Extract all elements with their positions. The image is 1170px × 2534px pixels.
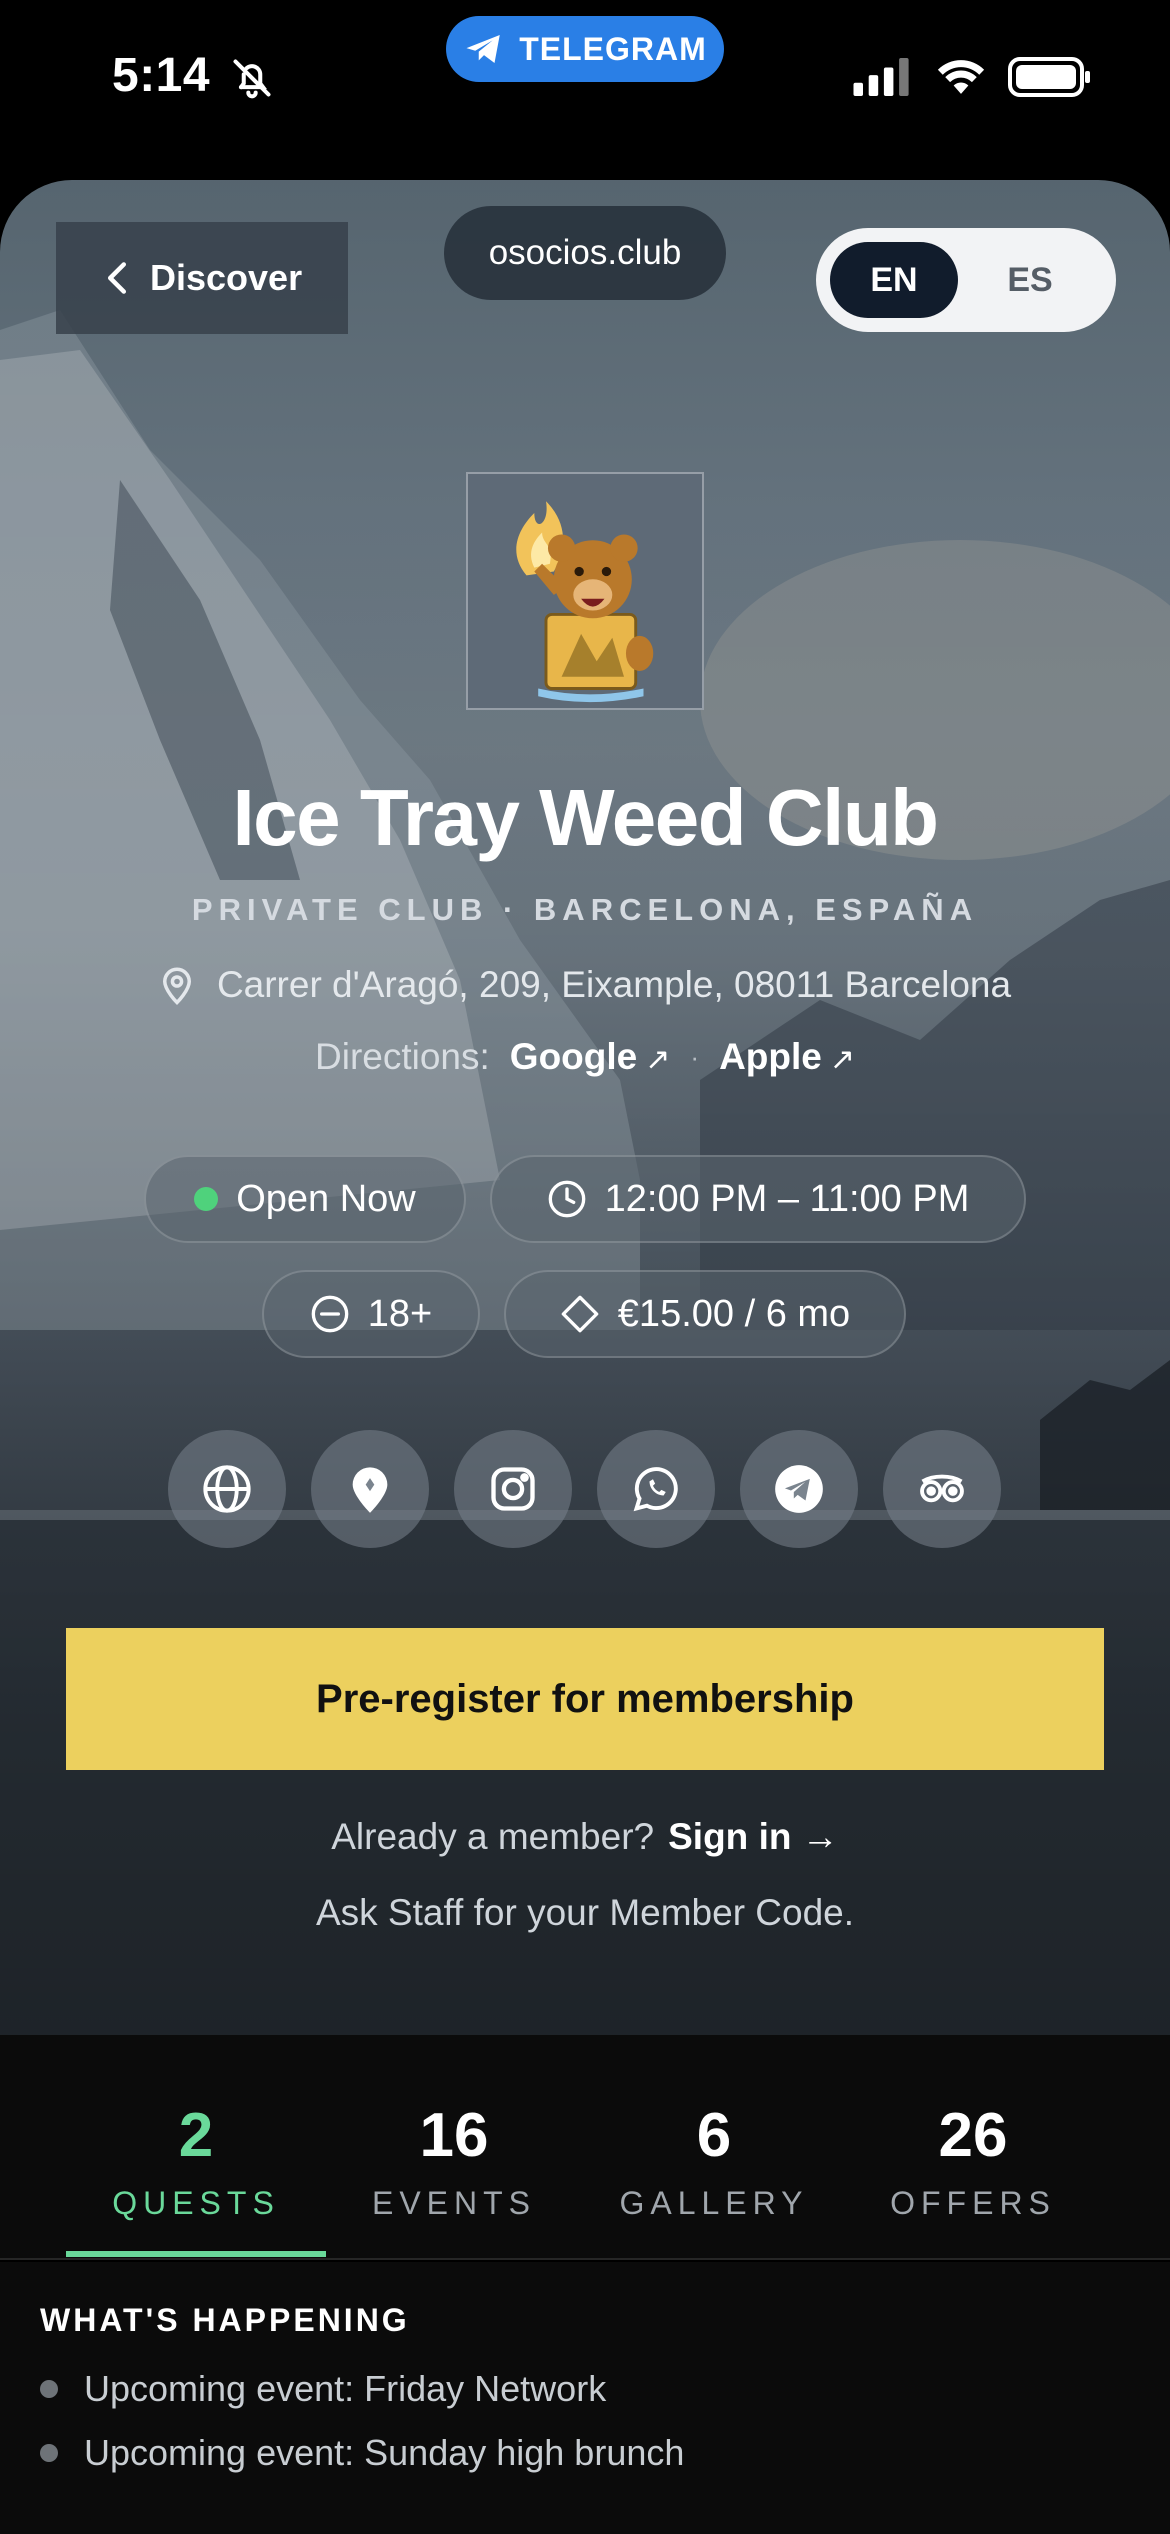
whats-happening-section: WHAT'S HAPPENING Upcoming event: Friday … xyxy=(0,2262,1170,2534)
address-text: Carrer d'Aragó, 209, Eixample, 08011 Bar… xyxy=(216,964,1012,1005)
bell-off-icon xyxy=(233,59,271,99)
age-chip: 18+ xyxy=(262,1270,480,1358)
external-arrow-icon: ↗ xyxy=(829,1043,855,1076)
hours-chip: 12:00 PM – 11:00 PM xyxy=(490,1155,1026,1243)
website-button[interactable] xyxy=(168,1430,286,1548)
active-tab-indicator xyxy=(66,2251,326,2257)
member-prompt: Already a member? xyxy=(331,1816,655,1857)
stat-number: 2 xyxy=(178,2101,214,2170)
list-item-text: Upcoming event: Sunday high brunch xyxy=(84,2432,685,2473)
tripadvisor-icon xyxy=(920,1474,964,1503)
bullet-icon xyxy=(40,2444,58,2462)
globe-icon xyxy=(203,1465,251,1513)
external-arrow-icon: ↗ xyxy=(645,1043,671,1076)
sign-in-link[interactable]: Sign in → xyxy=(668,1816,839,1857)
diamond-icon xyxy=(561,1295,599,1333)
price-text: €15.00 / 6 mo xyxy=(617,1292,851,1335)
staff-note: Ask Staff for your Member Code. xyxy=(315,1892,855,1933)
tripadvisor-button[interactable] xyxy=(883,1430,1001,1548)
open-status-dot xyxy=(194,1187,219,1211)
clock-icon xyxy=(548,1180,585,1218)
club-address: Carrer d'Aragó, 209, Eixample, 08011 Bar… xyxy=(0,964,1170,1006)
location-pin-icon xyxy=(162,967,191,1005)
pre-register-button[interactable]: Pre-register for membership xyxy=(66,1628,1104,1770)
language-toggle: EN ES xyxy=(816,228,1116,332)
list-item[interactable]: Upcoming event: Sunday high brunch xyxy=(40,2432,684,2474)
stat-label: EVENTS xyxy=(371,2185,537,2221)
age-text: 18+ xyxy=(367,1292,433,1335)
telegram-plane-icon xyxy=(466,35,500,63)
domain-pill[interactable]: osocios.club xyxy=(444,206,726,300)
cellular-signal-icon xyxy=(853,58,909,96)
lang-en-button[interactable]: EN xyxy=(830,242,958,318)
club-name: Ice Tray Weed Club xyxy=(232,773,939,862)
bullet-icon xyxy=(40,2380,58,2398)
stat-label: QUESTS xyxy=(112,2185,280,2221)
directions-separator: · xyxy=(690,1041,700,1072)
wifi-icon xyxy=(937,60,985,94)
map-pin-icon xyxy=(352,1467,388,1513)
chevron-left-icon xyxy=(107,262,127,294)
stat-label: GALLERY xyxy=(619,2185,809,2221)
lang-es-button[interactable]: ES xyxy=(958,242,1102,318)
status-time: 5:14 xyxy=(112,49,211,102)
tab-events[interactable]: 16 EVENTS xyxy=(324,2105,584,2222)
map-button[interactable] xyxy=(311,1430,429,1548)
back-label: Discover xyxy=(150,257,303,298)
directions-row: Directions: Google ↗ · Apple ↗ xyxy=(0,1036,1170,1078)
instagram-button[interactable] xyxy=(454,1430,572,1548)
stat-number: 6 xyxy=(696,2101,732,2170)
hours-text: 12:00 PM – 11:00 PM xyxy=(604,1177,970,1220)
minus-circle-icon xyxy=(311,1295,349,1333)
open-status-text: Open Now xyxy=(236,1177,416,1220)
whatsapp-icon xyxy=(633,1467,678,1512)
directions-label: Directions: xyxy=(315,1036,490,1077)
telegram-banner-label: TELEGRAM xyxy=(519,30,707,67)
telegram-banner[interactable]: TELEGRAM xyxy=(446,16,724,82)
back-discover-button[interactable]: Discover xyxy=(56,222,348,334)
club-subtitle: PRIVATE CLUB · BARCELONA, ESPAÑA xyxy=(191,892,979,927)
price-chip: €15.00 / 6 mo xyxy=(504,1270,906,1358)
instagram-icon xyxy=(491,1467,535,1511)
directions-apple-link[interactable]: Apple ↗ xyxy=(719,1036,855,1078)
stat-number: 16 xyxy=(419,2101,489,2170)
tab-gallery[interactable]: 6 GALLERY xyxy=(584,2105,844,2222)
tab-quests[interactable]: 2 QUESTS xyxy=(66,2105,326,2222)
status-bar: 5:14 TELEGRAM xyxy=(0,0,1170,150)
stats-tabs: 2 QUESTS 16 EVENTS 6 GALLERY 26 OFFERS xyxy=(0,2035,1170,2260)
stat-number: 26 xyxy=(938,2101,1008,2170)
section-title: WHAT'S HAPPENING xyxy=(40,2302,410,2338)
member-signin-row: Already a member? Sign in → xyxy=(0,1816,1170,1858)
club-logo xyxy=(466,472,704,710)
directions-google-link[interactable]: Google ↗ xyxy=(510,1036,671,1078)
list-item-text: Upcoming event: Friday Network xyxy=(84,2368,607,2409)
telegram-icon xyxy=(775,1465,823,1513)
open-status-chip: Open Now xyxy=(144,1155,466,1243)
list-item[interactable]: Upcoming event: Friday Network xyxy=(40,2368,606,2410)
whatsapp-button[interactable] xyxy=(597,1430,715,1548)
club-hero: Discover osocios.club EN ES Ice Tray Wee xyxy=(0,180,1170,2035)
stat-label: OFFERS xyxy=(890,2185,1056,2221)
tab-offers[interactable]: 26 OFFERS xyxy=(843,2105,1103,2222)
telegram-button[interactable] xyxy=(740,1430,858,1548)
battery-icon xyxy=(1008,57,1090,97)
